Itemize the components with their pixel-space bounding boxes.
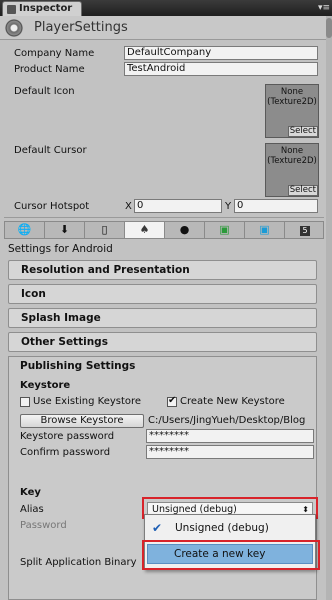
header-title: PlayerSettings: [34, 20, 128, 35]
platform-tab-android[interactable]: ♠: [125, 222, 165, 238]
default-icon-slot[interactable]: None (Texture2D) Select: [265, 84, 319, 138]
section-other[interactable]: Other Settings: [8, 332, 317, 352]
default-cursor-label: Default Cursor: [14, 145, 87, 156]
download-icon: ⬇: [59, 223, 70, 236]
hotspot-x-label: X: [125, 201, 132, 212]
platform-tab-ios[interactable]: ▯: [85, 222, 125, 238]
use-existing-checkbox[interactable]: [20, 397, 30, 407]
hotspot-x-input[interactable]: 0: [134, 199, 222, 213]
section-resolution[interactable]: Resolution and Presentation: [8, 260, 317, 280]
cursor-hotspot-label: Cursor Hotspot: [14, 201, 90, 212]
section-publishing[interactable]: Publishing Settings: [20, 360, 135, 372]
menu-item-unsigned[interactable]: ✔ Unsigned (debug): [147, 518, 313, 538]
company-name-label: Company Name: [14, 48, 95, 59]
create-key-highlight-box: [142, 540, 320, 570]
section-splash[interactable]: Splash Image: [8, 308, 317, 328]
divider: [4, 217, 324, 218]
create-new-checkbox[interactable]: [167, 395, 177, 407]
create-new-label: Create New Keystore: [180, 396, 285, 407]
section-icon[interactable]: Icon: [8, 284, 317, 304]
texture-none-text: None: [280, 87, 304, 97]
platform-tab-blackberry[interactable]: ●: [165, 222, 205, 238]
texture-none-text: None: [280, 146, 304, 156]
globe-icon: 🌐: [17, 223, 32, 236]
platform-tab-webgl[interactable]: 5: [285, 222, 325, 238]
android-icon: ♠: [139, 223, 150, 236]
windows-store-icon: ▣: [259, 223, 270, 236]
inspector-tab-label: Inspector: [19, 3, 73, 14]
inspector-tab[interactable]: Inspector: [2, 1, 82, 16]
keystore-path: C:/Users/JingYueh/Desktop/Blog: [148, 415, 306, 426]
platform-tab-windows-store[interactable]: ▣: [245, 222, 285, 238]
xbox-icon: ▣: [219, 223, 230, 236]
platform-tab-standalone[interactable]: 🌐: [5, 222, 45, 238]
company-name-input[interactable]: DefaultCompany: [124, 46, 318, 60]
confirm-password-input[interactable]: ********: [146, 445, 314, 459]
use-existing-label: Use Existing Keystore: [33, 396, 142, 407]
blackberry-icon: ●: [179, 223, 190, 236]
key-password-label: Password: [20, 520, 67, 531]
platform-tab-web[interactable]: ⬇: [45, 222, 85, 238]
default-cursor-select-button[interactable]: Select: [287, 185, 318, 196]
hotspot-y-input[interactable]: 0: [234, 199, 318, 213]
inspector-icon: [7, 5, 16, 14]
settings-gear-icon: [4, 18, 24, 38]
default-icon-label: Default Icon: [14, 86, 75, 97]
keystore-heading: Keystore: [20, 380, 71, 391]
default-cursor-slot[interactable]: None (Texture2D) Select: [265, 143, 319, 197]
platform-tab-xbox[interactable]: ▣: [205, 222, 245, 238]
browse-keystore-button[interactable]: Browse Keystore: [20, 414, 144, 428]
texture-type-text: (Texture2D): [267, 156, 317, 166]
settings-for-label: Settings for Android: [8, 243, 113, 255]
product-name-label: Product Name: [14, 64, 85, 75]
default-icon-select-button[interactable]: Select: [287, 126, 318, 137]
product-name-input[interactable]: TestAndroid: [124, 62, 318, 76]
inspector-header: PlayerSettings: [0, 16, 332, 40]
check-icon: ✔: [152, 521, 163, 535]
confirm-password-label: Confirm password: [20, 447, 111, 458]
tab-menu-icon[interactable]: ▾≡: [312, 3, 330, 13]
phone-icon: ▯: [101, 223, 108, 236]
menu-item-label: Unsigned (debug): [175, 522, 269, 534]
keystore-password-input[interactable]: ********: [146, 429, 314, 443]
texture-type-text: (Texture2D): [267, 97, 317, 107]
split-binary-label: Split Application Binary: [20, 557, 137, 568]
platform-tab-bar: 🌐 ⬇ ▯ ♠ ● ▣ ▣ 5: [4, 221, 324, 239]
hotspot-y-label: Y: [225, 201, 232, 212]
key-heading: Key: [20, 487, 41, 498]
html5-icon: 5: [300, 226, 310, 236]
keystore-password-label: Keystore password: [20, 431, 115, 442]
scrollbar-thumb[interactable]: [326, 18, 332, 38]
alias-label: Alias: [20, 504, 44, 515]
scrollbar-track[interactable]: [326, 16, 332, 600]
